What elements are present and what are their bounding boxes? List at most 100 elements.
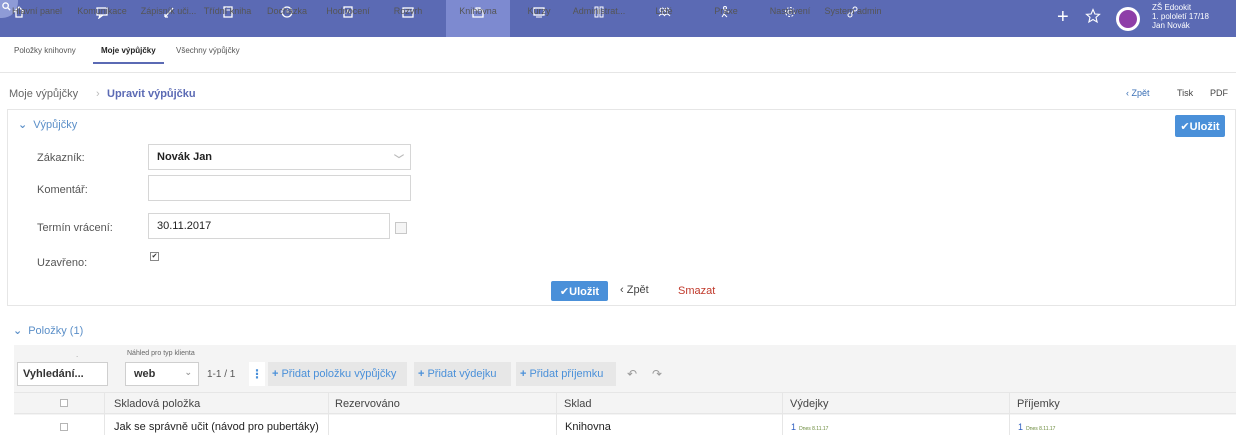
search-label-dot: .	[76, 350, 79, 359]
print-link[interactable]: Tisk	[1177, 88, 1193, 98]
chevron-down-icon: ⌄	[18, 119, 28, 131]
receipts-date: Dnes 8.11.17	[1026, 426, 1056, 432]
issues-date: Dnes 8.11.17	[799, 426, 829, 432]
issues-count: 1	[791, 422, 797, 432]
closed-label: Uzavřeno:	[37, 257, 88, 269]
chevron-down-icon: ﹀	[394, 155, 404, 166]
column-header-reserved[interactable]: Rezervováno	[335, 398, 400, 410]
nav-item-attendance[interactable]: Docházka	[260, 0, 314, 37]
preview-select[interactable]: web ⌄	[125, 362, 199, 386]
cell-warehouse: Knihovna	[565, 421, 611, 433]
column-divider	[1009, 392, 1010, 435]
pdf-link[interactable]: PDF	[1210, 88, 1228, 98]
receipts-count: 1	[1018, 422, 1024, 432]
column-header-item[interactable]: Skladová položka	[114, 398, 200, 410]
school-name: ZŠ Edookit	[1152, 3, 1192, 12]
delete-link[interactable]: Smazat	[678, 285, 715, 297]
nav-item-library[interactable]: Knihovna	[446, 0, 510, 37]
nav-item-label: Komunikace	[77, 6, 127, 16]
save-button-top[interactable]: ✔Uložit	[1175, 115, 1225, 137]
page-title: Upravit výpůjčku	[107, 88, 196, 100]
avatar-image	[1119, 10, 1137, 28]
customer-value: Novák Jan	[157, 151, 213, 163]
term-name: 1. pololetí 17/18	[1152, 12, 1209, 21]
nav-item-label: Nastavení	[769, 6, 811, 16]
pager: 1-1 / 1	[207, 369, 236, 380]
column-divider	[104, 392, 105, 435]
nav-item-courses[interactable]: Kurzy	[515, 0, 563, 37]
add-receipt-button[interactable]: + Přidat příjemku	[516, 362, 616, 386]
comment-field[interactable]	[148, 175, 411, 201]
more-options-icon[interactable]: ⋮	[249, 362, 265, 386]
items-section-header[interactable]: ⌄ Položky (1)	[13, 324, 83, 337]
tab-all-loans[interactable]: Všechny výpůjčky	[176, 46, 240, 55]
table-header: Skladová položka Rezervováno Sklad Výdej…	[14, 392, 1236, 414]
column-divider	[328, 392, 329, 435]
nav-item-people[interactable]: Lidé	[640, 0, 688, 37]
section-title: Výpůjčky	[33, 119, 78, 131]
column-header-issues[interactable]: Výdejky	[790, 398, 829, 410]
row-checkbox[interactable]	[60, 423, 68, 431]
preview-value: web	[134, 368, 156, 380]
search-input[interactable]: Vyhledání...	[17, 362, 108, 386]
add-issue-button[interactable]: + Přidat výdejku	[414, 362, 511, 386]
nav-item-communication[interactable]: Komunikace	[71, 0, 133, 37]
column-divider	[782, 392, 783, 435]
back-link-top[interactable]: ‹ Zpět	[1126, 88, 1150, 98]
star-icon[interactable]	[1085, 8, 1101, 27]
nav-item-label: Administrat...	[572, 6, 626, 16]
breadcrumb-parent[interactable]: Moje výpůjčky	[9, 88, 78, 100]
items-title: Položky (1)	[28, 325, 84, 337]
select-all-checkbox[interactable]	[60, 399, 68, 407]
nav-item-settings[interactable]: Nastavení	[765, 0, 815, 37]
nav-item-label: Hlavní panel	[12, 6, 63, 16]
nav-item-label: System admin	[824, 6, 882, 16]
customer-select[interactable]: Novák Jan ﹀	[148, 144, 411, 170]
add-loan-item-button[interactable]: + Přidat položku výpůjčky	[268, 362, 407, 386]
section-header[interactable]: ⌄ Výpůjčky	[18, 118, 77, 131]
nav-item-label: Praxe	[714, 6, 738, 16]
preview-label: Náhled pro typ klienta	[127, 350, 195, 357]
tab-library-items[interactable]: Položky knihovny	[14, 46, 76, 55]
user-name: Jan Novák	[1152, 21, 1190, 30]
nav-item-label: Lidé	[655, 6, 673, 16]
nav-item-practice[interactable]: Praxe	[703, 0, 749, 37]
column-header-warehouse[interactable]: Sklad	[564, 398, 592, 410]
cell-issues[interactable]: 1 Dnes 8.11.17	[791, 421, 828, 433]
cell-receipts[interactable]: 1 Dnes 8.11.17	[1018, 421, 1055, 433]
return-date-field[interactable]: 30.11.2017	[148, 213, 390, 239]
customer-label: Zákazník:	[37, 152, 85, 164]
tab-my-loans[interactable]: Moje výpůjčky	[93, 46, 164, 64]
nav-item-schedule[interactable]: Rozvrh	[383, 0, 433, 37]
redo-icon[interactable]: ↷	[652, 367, 662, 381]
plus-icon: +	[418, 368, 425, 380]
nav-item-system-admin[interactable]: System admin	[822, 0, 884, 37]
comment-label: Komentář:	[37, 184, 88, 196]
nav-item-teacher-notes[interactable]: Zápisník uči...	[136, 0, 201, 37]
nav-item-label: Zápisník uči...	[140, 6, 197, 16]
nav-item-grades[interactable]: Hodnocení	[318, 0, 378, 37]
calendar-icon[interactable]	[395, 222, 407, 234]
nav-item-label: Docházka	[266, 6, 308, 16]
back-link[interactable]: ‹ Zpět	[620, 284, 649, 296]
undo-icon[interactable]: ↶	[627, 367, 637, 381]
breadcrumb: Moje výpůjčky › Upravit výpůjčku ‹ Zpět …	[0, 73, 1236, 109]
plus-icon: +	[272, 368, 279, 380]
save-button[interactable]: ✔Uložit	[551, 281, 608, 301]
user-info[interactable]: ZŠ Edookit 1. pololetí 17/18 Jan Novák	[1152, 3, 1209, 30]
nav-item-label: Kurzy	[527, 6, 551, 16]
loan-form-section: ⌄ Výpůjčky ✔Uložit Zákazník: Novák Jan ﹀ …	[7, 109, 1236, 306]
nav-item-administration[interactable]: Administrat...	[566, 0, 632, 37]
avatar[interactable]	[1116, 7, 1140, 31]
cell-item[interactable]: Jak se správně učit (návod pro pubertáky…	[114, 421, 319, 433]
nav-item-dashboard[interactable]: Hlavní panel	[0, 0, 68, 37]
nav-item-label: Hodnocení	[326, 6, 370, 16]
plus-icon: +	[520, 368, 527, 380]
column-header-receipts[interactable]: Příjemky	[1017, 398, 1060, 410]
nav-item-class-book[interactable]: Třídní kniha	[200, 0, 255, 37]
chevron-down-icon: ⌄	[13, 325, 23, 337]
chevron-down-icon: ⌄	[184, 367, 192, 377]
nav-item-label: Třídní kniha	[203, 6, 252, 16]
add-icon[interactable]: +	[1057, 7, 1069, 27]
closed-checkbox[interactable]: ✔	[150, 252, 159, 261]
